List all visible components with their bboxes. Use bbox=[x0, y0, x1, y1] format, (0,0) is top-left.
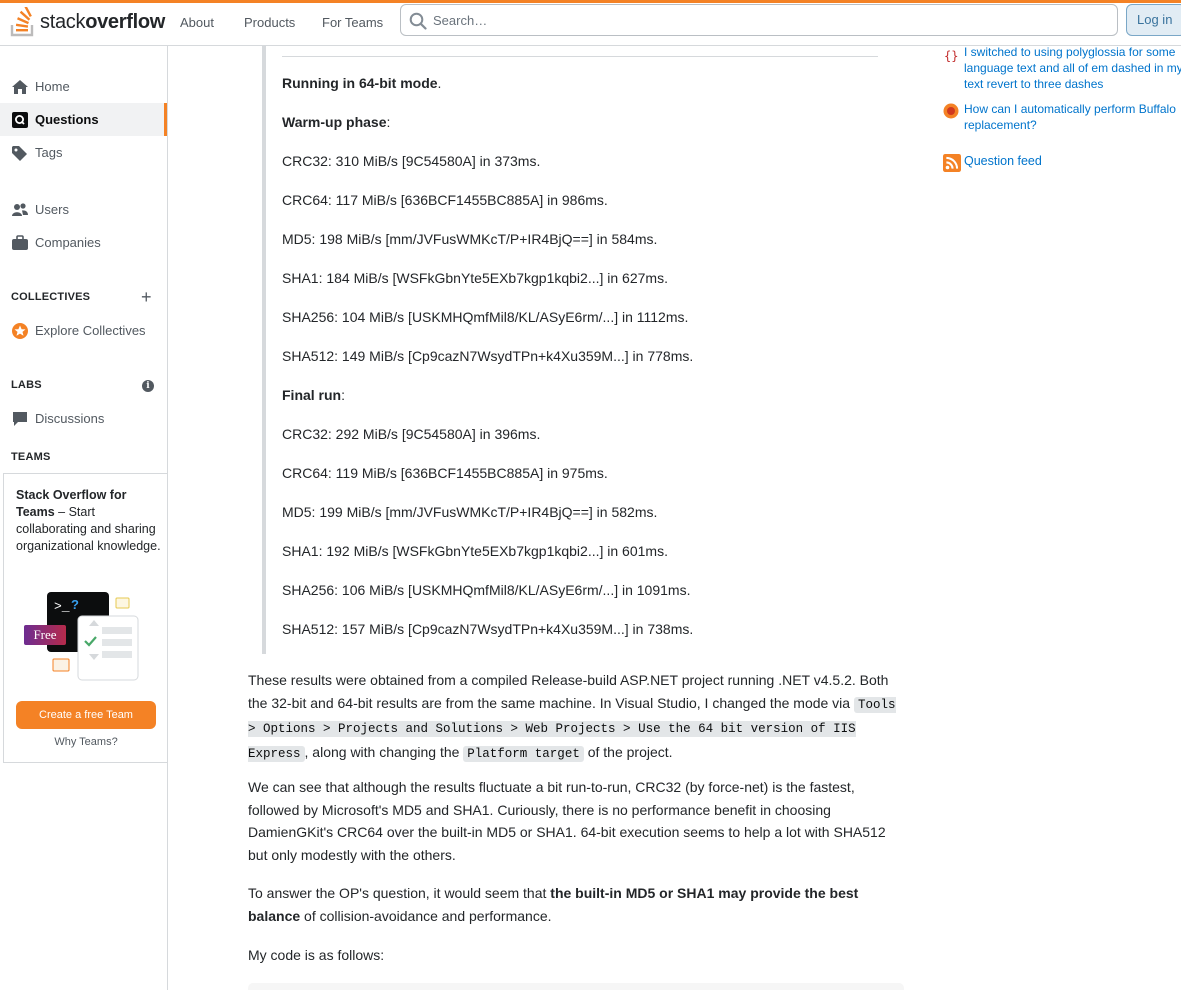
result-line: CRC32: 310 MiB/s [9C54580A] in 373ms. bbox=[282, 153, 541, 169]
free-badge: Free bbox=[24, 625, 66, 645]
paragraph: We can see that although the results flu… bbox=[248, 779, 886, 863]
stack-overflow-logo-icon bbox=[10, 7, 34, 37]
sidebar-item-home[interactable]: Home bbox=[0, 70, 167, 103]
sidebar-item-discussions[interactable]: Discussions bbox=[0, 402, 167, 435]
nav-for-teams[interactable]: For Teams bbox=[322, 11, 383, 35]
sidebar-item-label: Explore Collectives bbox=[35, 323, 146, 338]
warmup-heading: Warm-up phase: bbox=[282, 114, 391, 130]
divider bbox=[282, 56, 878, 57]
info-icon[interactable]: i bbox=[142, 380, 154, 392]
sidebar-item-explore-collectives[interactable]: Explore Collectives bbox=[0, 314, 167, 347]
teams-promo-text: Stack Overflow for Teams – Start collabo… bbox=[16, 488, 161, 553]
mode-heading: Running in 64-bit mode. bbox=[282, 75, 442, 91]
svg-text:{}: {} bbox=[944, 49, 958, 63]
result-line: SHA256: 106 MiB/s [USKMHQmfMil8/KL/ASyE6… bbox=[282, 582, 691, 598]
create-team-button[interactable]: Create a free Team bbox=[16, 701, 156, 729]
collectives-heading: COLLECTIVES bbox=[11, 291, 91, 303]
briefcase-icon bbox=[11, 234, 29, 252]
logo-text: stackoverflow bbox=[40, 10, 166, 33]
tex-site-icon: {} bbox=[944, 49, 958, 63]
paragraph: To answer the OP's question, it would se… bbox=[248, 885, 859, 924]
paragraph: My code is as follows: bbox=[248, 947, 385, 963]
top-bar: stackoverflow About Products For Teams L… bbox=[0, 0, 1181, 46]
users-icon bbox=[11, 201, 29, 219]
sidebar-item-questions[interactable]: Questions bbox=[0, 103, 167, 136]
sidebar-item-tags[interactable]: Tags bbox=[0, 136, 167, 169]
right-sidebar: {} I switched to using polyglossia for s… bbox=[940, 44, 1181, 246]
sidebar-item-label: Home bbox=[35, 79, 70, 94]
result-line: SHA1: 192 MiB/s [WSFkGbnYte5EXb7kgp1kqbi… bbox=[282, 543, 668, 559]
site-logo[interactable]: stackoverflow bbox=[10, 5, 165, 39]
result-line: CRC64: 119 MiB/s [636BCF1455BC885A] in 9… bbox=[282, 465, 608, 481]
plus-icon[interactable]: + bbox=[141, 288, 152, 306]
sidebar-item-users[interactable]: Users bbox=[0, 193, 167, 226]
teams-promo: Stack Overflow for Teams – Start collabo… bbox=[3, 473, 167, 763]
hot-question-link[interactable]: I switched to using polyglossia for some… bbox=[964, 44, 1181, 92]
sidebar-item-label: Users bbox=[35, 202, 69, 217]
paragraph: These results were obtained from a compi… bbox=[248, 672, 896, 762]
result-line: SHA512: 149 MiB/s [Cp9cazN7WsydTPn+k4Xu3… bbox=[282, 348, 694, 364]
home-icon bbox=[11, 78, 29, 96]
blockquote: Running in 64-bit mode. Warm-up phase: C… bbox=[262, 46, 878, 654]
answer-body: Running in 64-bit mode. Warm-up phase: C… bbox=[248, 46, 908, 990]
labs-heading: LABS bbox=[11, 379, 42, 391]
sidebar-item-label: Discussions bbox=[35, 411, 105, 426]
search-input[interactable] bbox=[433, 5, 1103, 35]
sidebar-item-label: Companies bbox=[35, 235, 101, 250]
svg-text:>_: >_ bbox=[54, 599, 70, 614]
sidebar-item-label: Questions bbox=[35, 112, 99, 127]
hot-question-link[interactable]: How can I automatically perform Buffalo … bbox=[964, 101, 1181, 133]
inline-code: Platform target bbox=[463, 745, 584, 762]
code-block[interactable] bbox=[248, 983, 904, 990]
result-line: SHA512: 157 MiB/s [Cp9cazN7WsydTPn+k4Xu3… bbox=[282, 621, 694, 637]
search-icon bbox=[409, 12, 427, 30]
tag-icon bbox=[11, 144, 29, 162]
login-button[interactable]: Log in bbox=[1126, 4, 1181, 36]
rss-icon bbox=[943, 154, 961, 172]
nav-about[interactable]: About bbox=[180, 11, 214, 35]
sidebar-item-label: Tags bbox=[35, 145, 63, 160]
result-line: CRC64: 117 MiB/s [636BCF1455BC885A] in 9… bbox=[282, 192, 608, 208]
search-box[interactable] bbox=[400, 4, 1118, 36]
result-line: MD5: 199 MiB/s [mm/JVFusWMKcT/P+IR4BjQ==… bbox=[282, 504, 658, 520]
puzzling-site-icon bbox=[943, 103, 959, 119]
result-line: CRC32: 292 MiB/s [9C54580A] in 396ms. bbox=[282, 426, 541, 442]
nav-products[interactable]: Products bbox=[244, 11, 295, 35]
teams-heading: TEAMS bbox=[11, 451, 51, 463]
result-line: MD5: 198 MiB/s [mm/JVFusWMKcT/P+IR4BjQ==… bbox=[282, 231, 658, 247]
collectives-icon bbox=[11, 322, 29, 340]
sidebar-item-companies[interactable]: Companies bbox=[0, 226, 167, 259]
why-teams-link[interactable]: Why Teams? bbox=[4, 736, 168, 748]
left-sidebar: Home Questions Tags Users Companies COLL… bbox=[0, 46, 168, 990]
final-heading: Final run: bbox=[282, 387, 346, 403]
question-feed-link[interactable]: Question feed bbox=[964, 154, 1042, 168]
questions-icon bbox=[11, 111, 29, 129]
speech-bubble-icon bbox=[11, 410, 29, 428]
svg-text:?: ? bbox=[71, 597, 79, 612]
result-line: SHA1: 184 MiB/s [WSFkGbnYte5EXb7kgp1kqbi… bbox=[282, 270, 668, 286]
result-line: SHA256: 104 MiB/s [USKMHQmfMil8/KL/ASyE6… bbox=[282, 309, 689, 325]
